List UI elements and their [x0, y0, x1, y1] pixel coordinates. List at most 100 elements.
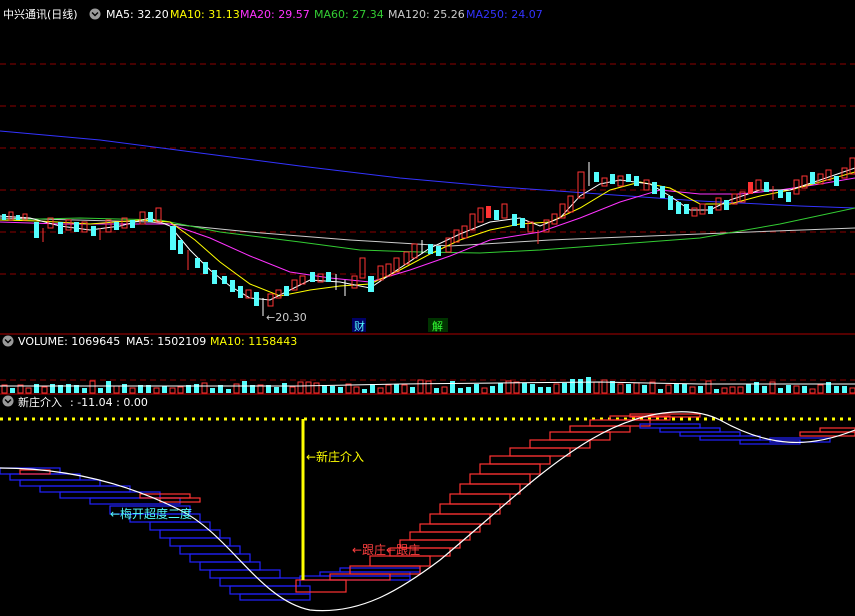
indicator-panel: 新庄介入 : -11.04 : 0.00 ←新庄介入 ←跟庄←跟庄 ←梅开超度二…	[0, 395, 855, 612]
volume-bar	[401, 384, 408, 394]
volume-bar	[698, 386, 703, 393]
ma5-label: MA5: 32.20	[106, 8, 169, 21]
volume-bar	[762, 386, 767, 393]
volume-ma10-label: MA10: 1158443	[210, 335, 297, 348]
red-ladder-right	[799, 427, 855, 437]
volume-bar	[162, 386, 167, 393]
blue-ladder-left	[0, 467, 311, 601]
volume-ma-line	[0, 381, 855, 387]
volume-bar	[649, 381, 656, 394]
volume-bar	[729, 386, 736, 394]
stock-chart-window: 中兴通讯(日线) MA5: 32.20 MA10: 31.13 MA20: 29…	[0, 0, 855, 616]
volume-bar	[562, 383, 567, 393]
volume-bar	[394, 384, 399, 393]
volume-bar	[593, 381, 600, 394]
volume-bar	[689, 386, 696, 394]
finance-badge[interactable]: 财	[354, 319, 365, 333]
volume-bar	[674, 384, 679, 393]
ma20-line	[0, 177, 855, 283]
volume-bar	[522, 383, 527, 393]
ma120-label: MA120: 25.26	[388, 8, 465, 21]
blue-ladder-right	[639, 423, 831, 445]
volume-bar	[289, 386, 296, 394]
volume-bar	[642, 385, 647, 393]
volume-bar	[849, 387, 855, 394]
volume-bar	[282, 383, 287, 393]
indicator-values: : -11.04 : 0.00	[70, 396, 148, 409]
volume-bar	[226, 389, 231, 393]
volume-bar	[610, 381, 615, 393]
volume-bar	[322, 385, 327, 393]
candlesticks	[2, 157, 855, 316]
volume-bar	[89, 380, 96, 394]
volume-bar	[682, 384, 687, 393]
volume-bar	[633, 382, 640, 394]
volume-bar	[66, 384, 71, 393]
volume-bar	[617, 383, 624, 394]
volume-bar	[242, 381, 247, 393]
volume-bar	[305, 381, 312, 394]
volume-bar	[586, 377, 591, 393]
volume-bar	[778, 388, 783, 393]
volume-bar	[714, 389, 719, 393]
chevron-down-icon[interactable]	[2, 395, 14, 407]
volume-bar	[665, 384, 672, 394]
volume-ma5-label: MA5: 1502109	[126, 335, 206, 348]
ma250-line	[0, 130, 855, 209]
volume-bar	[793, 385, 800, 394]
volume-bar	[233, 383, 240, 394]
volume-bar	[578, 379, 583, 393]
ma10-label: MA10: 31.13	[170, 8, 240, 21]
volume-bar	[210, 388, 215, 393]
ma5-line	[0, 167, 855, 301]
volume-bar	[201, 382, 208, 394]
volume-bar	[353, 386, 360, 394]
volume-bar	[338, 387, 343, 393]
ma20-label: MA20: 29.57	[240, 8, 310, 21]
volume-bar	[817, 384, 824, 394]
volume-bar	[10, 388, 15, 393]
volume-bar	[705, 380, 712, 394]
indicator-title: 新庄介入	[18, 395, 62, 409]
volume-bar	[370, 384, 375, 393]
unlock-badge[interactable]: 解	[432, 319, 443, 333]
red-ladder-rising	[295, 413, 701, 593]
volume-bar	[450, 381, 455, 393]
chevron-down-icon[interactable]	[2, 335, 14, 347]
volume-bar	[153, 387, 160, 394]
volume-bar	[177, 386, 184, 394]
ma60-line	[0, 207, 855, 254]
chevron-down-icon[interactable]	[89, 8, 101, 20]
volume-bar	[34, 384, 39, 393]
volume-bar	[82, 388, 87, 393]
volume-bar	[113, 385, 120, 394]
volume-bar	[98, 388, 103, 393]
volume-bar	[658, 389, 663, 393]
volume-bar	[481, 387, 488, 394]
volume-bar	[570, 379, 575, 393]
price-panel: 中兴通讯(日线) MA5: 32.20 MA10: 31.13 MA20: 29…	[0, 7, 855, 333]
volume-bar	[425, 380, 432, 394]
volume-bar	[122, 384, 127, 393]
volume-bar	[377, 387, 384, 394]
volume-bar	[50, 384, 55, 393]
volume-bar	[434, 388, 439, 393]
price-grid	[0, 63, 855, 275]
volume-bar	[809, 388, 816, 394]
stock-title: 中兴通讯(日线)	[3, 7, 78, 21]
volume-bars	[1, 377, 855, 394]
volume-bar	[362, 389, 367, 393]
volume-bar	[553, 383, 560, 394]
volume-bar	[194, 384, 199, 393]
volume-bar	[297, 381, 304, 394]
volume-bar	[106, 381, 111, 393]
volume-bar	[458, 388, 463, 393]
volume-bar	[41, 386, 48, 394]
volume-bar	[490, 386, 495, 393]
volume-bar	[842, 386, 847, 393]
volume-bar	[834, 386, 839, 393]
volume-bar	[410, 387, 415, 393]
volume-bar	[129, 387, 136, 394]
volume-bar	[25, 387, 32, 394]
volume-bar	[498, 383, 503, 393]
